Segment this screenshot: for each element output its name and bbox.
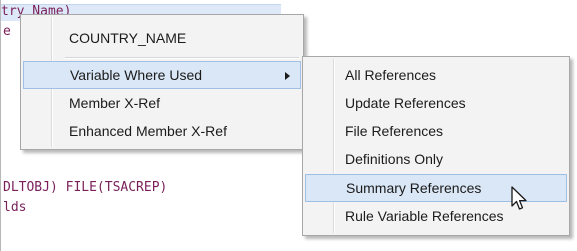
- menu-item-enhanced-member-x-ref[interactable]: Enhanced Member X-Ref: [23, 117, 301, 145]
- menu-item-member-x-ref[interactable]: Member X-Ref: [23, 89, 301, 117]
- code-line-3: DLTOBJ) FILE(TSACREP): [3, 180, 168, 195]
- menu-separator: [65, 57, 299, 59]
- submenu-item-file-references[interactable]: File References: [305, 117, 567, 145]
- chevron-right-icon: [285, 72, 290, 80]
- code-line-4: lds: [3, 200, 27, 215]
- menu-item-label: Variable Where Used: [70, 67, 203, 83]
- menu-item-label: Rule Variable References: [345, 208, 504, 224]
- submenu-item-definitions-only[interactable]: Definitions Only: [305, 145, 567, 173]
- menu-item-label: Summary References: [346, 180, 482, 196]
- menu-item-label: File References: [345, 123, 444, 139]
- menu-item-label: Definitions Only: [345, 151, 444, 167]
- menu-item-label: COUNTRY_NAME: [69, 30, 187, 46]
- menu-item-label: Update References: [345, 95, 466, 111]
- context-menu: COUNTRY_NAME Variable Where Used Member …: [20, 14, 304, 150]
- submenu-item-all-references[interactable]: All References: [305, 61, 567, 89]
- code-line-2: e: [3, 24, 11, 39]
- menu-item-variable-where-used[interactable]: Variable Where Used: [23, 61, 301, 89]
- menu-item-label: All References: [345, 67, 437, 83]
- menu-item-country-name[interactable]: COUNTRY_NAME: [23, 24, 301, 52]
- menu-item-label: Enhanced Member X-Ref: [69, 123, 227, 139]
- submenu-item-update-references[interactable]: Update References: [305, 89, 567, 117]
- mouse-pointer-icon: [511, 186, 527, 210]
- menu-item-label: Member X-Ref: [69, 95, 161, 111]
